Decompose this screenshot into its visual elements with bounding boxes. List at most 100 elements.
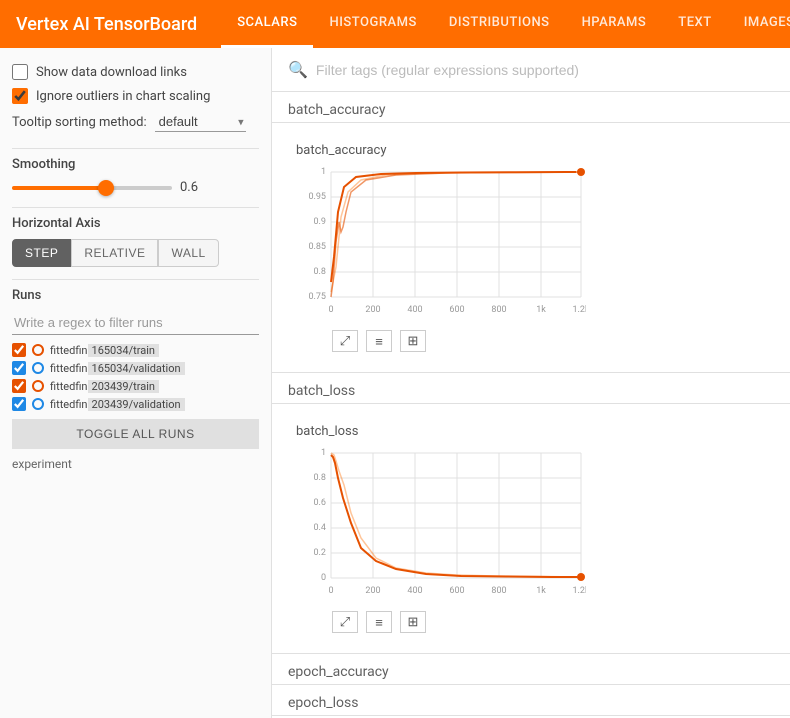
run-label-4: fittedfin203439/validation bbox=[50, 398, 185, 411]
run-dot-1 bbox=[32, 344, 44, 356]
run-checkbox-4[interactable] bbox=[12, 397, 26, 411]
runs-title: Runs bbox=[12, 288, 259, 303]
axis-step-btn[interactable]: STEP bbox=[12, 239, 71, 267]
svg-text:800: 800 bbox=[491, 305, 506, 315]
ignore-outliers-row[interactable]: Ignore outliers in chart scaling bbox=[12, 88, 259, 104]
svg-text:0: 0 bbox=[321, 573, 326, 583]
sidebar: Show data download links Ignore outliers… bbox=[0, 48, 272, 718]
run-item-4: fittedfin203439/validation bbox=[12, 397, 259, 411]
tooltip-select[interactable]: default descending ascending nearest bbox=[155, 112, 246, 132]
svg-text:200: 200 bbox=[365, 305, 380, 315]
svg-text:1k: 1k bbox=[536, 305, 546, 315]
show-download-checkbox[interactable] bbox=[12, 64, 28, 80]
chart-controls-batch-accuracy: ⤢ ≡ ⊞ bbox=[296, 330, 586, 352]
run-label-2: fittedfin165034/validation bbox=[50, 362, 185, 375]
chart-svg-batch-loss: 1 0.8 0.6 0.4 0.2 0 bbox=[296, 443, 586, 607]
show-download-label: Show data download links bbox=[36, 65, 187, 80]
svg-text:0.8: 0.8 bbox=[314, 473, 327, 483]
experiment-label: experiment bbox=[12, 457, 259, 471]
svg-text:0.6: 0.6 bbox=[314, 498, 327, 508]
expand-chart-btn[interactable]: ⤢ bbox=[332, 330, 358, 352]
ignore-outliers-checkbox[interactable] bbox=[12, 88, 28, 104]
ignore-outliers-label: Ignore outliers in chart scaling bbox=[36, 89, 210, 104]
section-title-batch-accuracy: batch_accuracy bbox=[288, 102, 385, 118]
section-header-epoch-accuracy: epoch_accuracy bbox=[272, 654, 790, 685]
tooltip-select-wrapper[interactable]: default descending ascending nearest bbox=[155, 112, 246, 132]
chart-card-batch-accuracy: batch_accuracy 1 0.95 0.9 0.85 0.8 0.75 bbox=[288, 135, 594, 360]
chart-title-batch-loss: batch_loss bbox=[296, 424, 586, 439]
run-label-3: fittedfin203439/train bbox=[50, 380, 159, 393]
chart-card-batch-loss: batch_loss 1 0.8 0.6 0.4 0.2 0 bbox=[288, 416, 594, 641]
chart-svg-batch-accuracy: 1 0.95 0.9 0.85 0.8 0.75 bbox=[296, 162, 586, 326]
runs-filter-input[interactable] bbox=[12, 311, 259, 335]
search-icon: 🔍 bbox=[288, 60, 308, 79]
section-title-epoch-accuracy: epoch_accuracy bbox=[288, 664, 389, 680]
run-item-3: fittedfin203439/train bbox=[12, 379, 259, 393]
data-table-btn[interactable]: ≡ bbox=[366, 330, 392, 352]
svg-text:1: 1 bbox=[321, 448, 326, 458]
svg-text:200: 200 bbox=[365, 586, 380, 596]
run-label-1: fittedfin165034/train bbox=[50, 344, 159, 357]
svg-text:400: 400 bbox=[407, 586, 422, 596]
section-header-batch-accuracy: batch_accuracy bbox=[272, 92, 790, 123]
show-download-row[interactable]: Show data download links bbox=[12, 64, 259, 80]
search-bar: 🔍 bbox=[272, 48, 790, 92]
smoothing-value: 0.6 bbox=[180, 180, 198, 195]
section-header-batch-loss: batch_loss bbox=[272, 373, 790, 404]
svg-text:0.2: 0.2 bbox=[314, 548, 327, 558]
svg-text:0.85: 0.85 bbox=[308, 242, 326, 252]
run-dot-4 bbox=[32, 398, 44, 410]
svg-text:1.2k: 1.2k bbox=[572, 586, 586, 596]
svg-text:1.2k: 1.2k bbox=[572, 305, 586, 315]
download-btn[interactable]: ⊞ bbox=[400, 330, 426, 352]
main-content: 🔍 batch_accuracy batch_accuracy 1 0.95 0… bbox=[272, 48, 790, 718]
chart-controls-batch-loss: ⤢ ≡ ⊞ bbox=[296, 611, 586, 633]
download-btn-loss[interactable]: ⊞ bbox=[400, 611, 426, 633]
smoothing-slider[interactable] bbox=[12, 186, 172, 190]
run-checkbox-3[interactable] bbox=[12, 379, 26, 393]
section-title-batch-loss: batch_loss bbox=[288, 383, 355, 399]
svg-text:0.95: 0.95 bbox=[308, 192, 326, 202]
svg-text:1k: 1k bbox=[536, 586, 546, 596]
nav-histograms[interactable]: HISTOGRAMS bbox=[313, 0, 432, 48]
run-dot-2 bbox=[32, 362, 44, 374]
svg-text:800: 800 bbox=[491, 586, 506, 596]
chart-svg-batch-accuracy-svg: 1 0.95 0.9 0.85 0.8 0.75 bbox=[296, 162, 586, 322]
run-dot-3 bbox=[32, 380, 44, 392]
svg-text:0.4: 0.4 bbox=[314, 523, 327, 533]
svg-text:600: 600 bbox=[449, 586, 464, 596]
nav-scalars[interactable]: SCALARS bbox=[221, 0, 313, 48]
svg-text:0.9: 0.9 bbox=[314, 217, 327, 227]
axis-wall-btn[interactable]: WALL bbox=[158, 239, 218, 267]
chart-section-batch-accuracy: batch_accuracy 1 0.95 0.9 0.85 0.8 0.75 bbox=[272, 123, 790, 373]
search-input[interactable] bbox=[316, 62, 774, 78]
svg-text:1: 1 bbox=[321, 167, 326, 177]
smoothing-title: Smoothing bbox=[12, 157, 259, 172]
toggle-all-button[interactable]: TOGGLE ALL RUNS bbox=[12, 419, 259, 449]
axis-relative-btn[interactable]: RELATIVE bbox=[71, 239, 158, 267]
svg-text:0.8: 0.8 bbox=[314, 267, 327, 277]
chart-section-batch-loss: batch_loss 1 0.8 0.6 0.4 0.2 0 bbox=[272, 404, 790, 654]
nav-images[interactable]: IMAGES bbox=[728, 0, 790, 48]
brand: Vertex AI TensorBoard bbox=[16, 14, 197, 35]
run-item-2: fittedfin165034/validation bbox=[12, 361, 259, 375]
data-table-btn-loss[interactable]: ≡ bbox=[366, 611, 392, 633]
svg-text:0.75: 0.75 bbox=[308, 292, 326, 302]
nav-items: SCALARS HISTOGRAMS DISTRIBUTIONS HPARAMS… bbox=[221, 0, 790, 48]
expand-chart-btn-loss[interactable]: ⤢ bbox=[332, 611, 358, 633]
chart-svg-batch-loss-svg: 1 0.8 0.6 0.4 0.2 0 bbox=[296, 443, 586, 603]
nav-text[interactable]: TEXT bbox=[662, 0, 727, 48]
run-item-1: fittedfin165034/train bbox=[12, 343, 259, 357]
nav-distributions[interactable]: DISTRIBUTIONS bbox=[433, 0, 566, 48]
section-header-epoch-loss: epoch_loss bbox=[272, 685, 790, 716]
svg-text:0: 0 bbox=[328, 586, 333, 596]
run-checkbox-1[interactable] bbox=[12, 343, 26, 357]
topnav: Vertex AI TensorBoard SCALARS HISTOGRAMS… bbox=[0, 0, 790, 48]
run-checkbox-2[interactable] bbox=[12, 361, 26, 375]
section-title-epoch-loss: epoch_loss bbox=[288, 695, 358, 711]
tooltip-label: Tooltip sorting method: bbox=[12, 115, 147, 130]
svg-text:0: 0 bbox=[328, 305, 333, 315]
axis-buttons: STEP RELATIVE WALL bbox=[12, 239, 259, 267]
nav-hparams[interactable]: HPARAMS bbox=[566, 0, 663, 48]
smoothing-row: 0.6 bbox=[12, 180, 259, 195]
